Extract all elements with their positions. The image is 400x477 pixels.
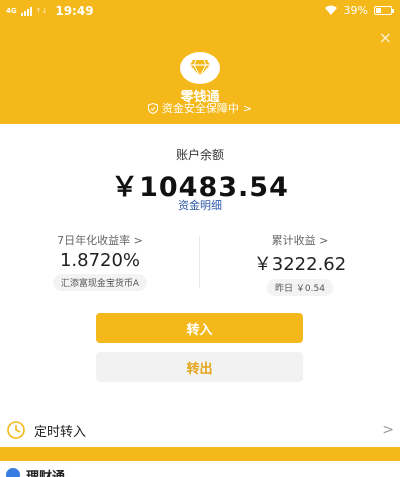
yield-label: 7日年化收益率 > — [57, 234, 143, 247]
chevron-right-icon: > — [382, 422, 394, 438]
security-link[interactable]: 资金安全保障中 > — [0, 100, 400, 116]
app-logo — [180, 52, 220, 84]
transfer-in-button[interactable]: 转入 — [96, 313, 303, 343]
section-separator — [0, 447, 400, 461]
stats-panel: 7日年化收益率 > 1.8720% 汇添富现金宝货币A 累计收益 > ￥3222… — [0, 232, 400, 296]
battery-percent: 39% — [343, 4, 368, 17]
wealth-row[interactable]: 理财通 — [0, 461, 400, 477]
security-text: 资金安全保障中 — [161, 102, 239, 115]
clock-icon — [7, 421, 25, 439]
yield-value: 1.8720% — [59, 250, 141, 271]
wealth-label: 理财通 — [26, 466, 65, 477]
clock-time: 19:49 — [55, 4, 94, 18]
timed-transfer-row[interactable]: 定时转入 > — [0, 415, 400, 445]
earnings-stat[interactable]: 累计收益 > ￥3222.62 昨日 ￥0.54 — [200, 232, 400, 296]
balance-label: 账户余额 — [175, 148, 224, 162]
wealth-icon — [6, 468, 20, 477]
earnings-label: 累计收益 > — [271, 234, 329, 247]
stats-divider — [199, 236, 200, 288]
yesterday-earnings-badge: 昨日 ￥0.54 — [267, 279, 333, 296]
chevron-right-icon: > — [242, 101, 253, 115]
yield-stat[interactable]: 7日年化收益率 > 1.8720% 汇添富现金宝货币A — [0, 232, 200, 291]
close-icon[interactable]: × — [379, 28, 392, 47]
battery-icon — [374, 6, 394, 15]
shield-icon — [147, 102, 158, 114]
fund-name-badge: 汇添富现金宝货币A — [52, 274, 148, 291]
status-bar: 4G ↑↓ 19:49 39% — [0, 0, 400, 22]
diamond-icon — [190, 59, 210, 77]
header-banner: 4G ↑↓ 19:49 39% × 零钱通 资金安全保障中 > — [0, 0, 400, 124]
transfer-out-button[interactable]: 转出 — [96, 352, 303, 382]
network-indicator: 4G — [6, 6, 17, 15]
wifi-icon — [324, 5, 337, 15]
data-speed-icon: ↑↓ — [35, 7, 48, 15]
earnings-value: ￥3222.62 — [253, 254, 347, 275]
fund-details-link[interactable]: 资金明细 — [0, 197, 400, 213]
timed-transfer-label: 定时转入 — [34, 424, 87, 440]
signal-icon — [20, 6, 32, 16]
